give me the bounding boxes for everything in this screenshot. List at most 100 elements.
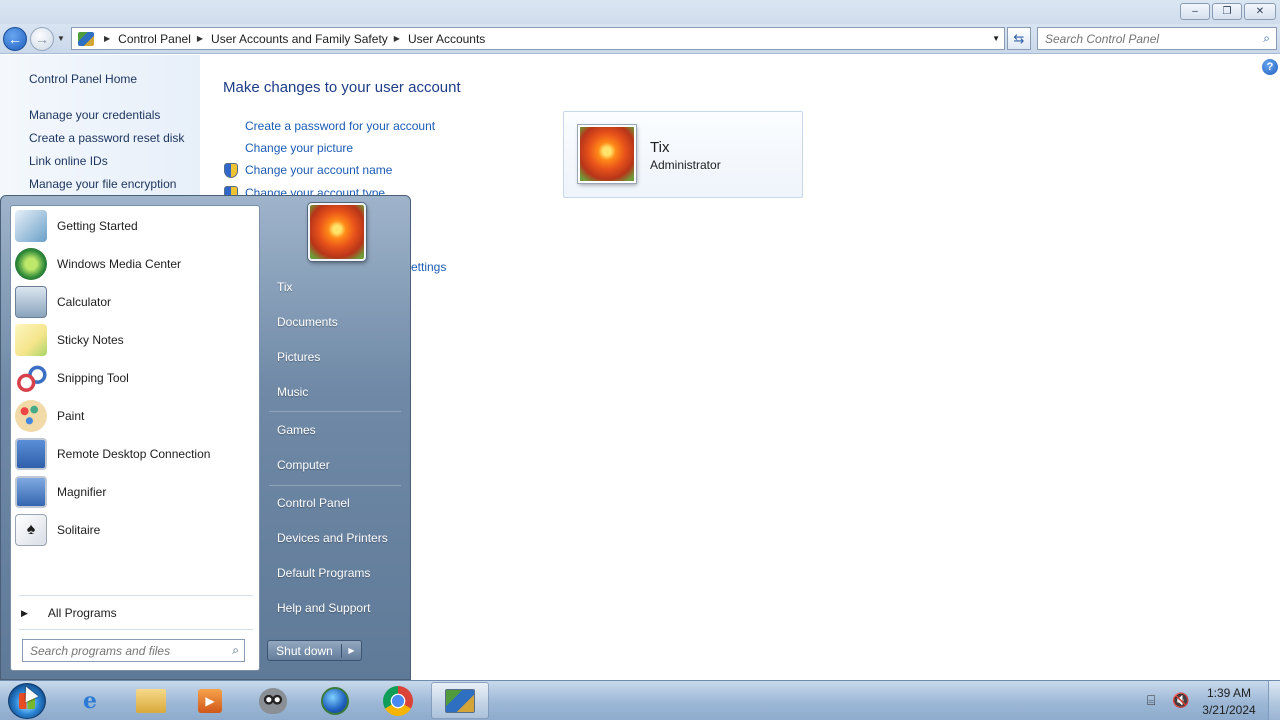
recent-pages-dropdown[interactable]: ▼ [57,34,65,43]
chevron-right-icon[interactable]: ▶ [197,34,203,43]
shutdown-button[interactable]: Shut down ▶ [267,640,362,661]
password-reset-disk-link[interactable]: Create a password reset disk [29,131,184,145]
place-user-folder[interactable]: Tix [277,280,293,294]
back-button[interactable]: ← [3,27,27,51]
breadcrumb-control-panel[interactable]: Control Panel [118,32,191,46]
date: 3/21/2024 [1202,703,1256,717]
getting-started-icon [15,210,47,242]
help-icon[interactable]: ? [1262,59,1278,75]
chevron-down-icon[interactable]: ▼ [992,34,1000,43]
program-label: Windows Media Center [57,257,182,271]
place-control-panel[interactable]: Control Panel [277,496,350,510]
breadcrumb-user-accounts-family-safety[interactable]: User Accounts and Family Safety [211,32,388,46]
shutdown-options-arrow[interactable]: ▶ [342,646,361,655]
program-item[interactable]: Paint [11,397,259,435]
snipping-tool-icon [15,362,47,394]
show-desktop-button[interactable] [1268,681,1280,720]
shutdown-label: Shut down [268,643,342,658]
taskbar: e ▶ ⌸ 🔇 1:39 AM 3/21/2024 [0,680,1280,720]
place-computer[interactable]: Computer [277,458,330,472]
place-default-programs[interactable]: Default Programs [277,566,370,580]
globe-app-icon[interactable] [306,682,364,719]
change-picture-link[interactable]: Change your picture [245,141,353,155]
user-picture[interactable] [308,203,366,261]
search-icon[interactable]: ⌕ [232,643,239,658]
manage-credentials-link[interactable]: Manage your credentials [29,108,160,122]
start-search-input[interactable] [30,643,210,658]
separator [269,485,401,486]
place-devices-printers[interactable]: Devices and Printers [277,531,388,545]
address-bar-row: ← → ▼ ▶ Control Panel ▶ User Accounts an… [0,24,1280,54]
program-label: Snipping Tool [57,371,129,385]
paint-icon [15,400,47,432]
raccoon-app-icon[interactable] [244,682,302,719]
solitaire-icon: ♠ [15,514,47,546]
control-panel-home-link[interactable]: Control Panel Home [29,72,137,86]
separator [19,595,253,596]
all-programs-label: All Programs [47,606,117,620]
chevron-right-icon[interactable]: ▶ [394,34,400,43]
program-item[interactable]: Sticky Notes [11,321,259,359]
control-panel-icon [78,31,94,46]
chevron-right-icon: ▶ [21,607,28,618]
page-title: Make changes to your user account [223,79,461,96]
windows-media-center-icon [15,248,47,280]
separator [19,629,253,630]
program-label: Remote Desktop Connection [57,447,211,461]
settings-link[interactable]: ettings [411,260,446,274]
place-documents[interactable]: Documents [277,315,338,329]
control-panel-icon[interactable] [431,682,489,719]
link-online-ids-link[interactable]: Link online IDs [29,154,108,168]
program-item[interactable]: Snipping Tool [11,359,259,397]
place-music[interactable]: Music [277,385,308,399]
program-item[interactable]: Remote Desktop Connection [11,435,259,473]
calculator-icon [15,286,47,318]
remote-desktop-icon [15,438,47,470]
program-label: Calculator [57,295,112,309]
create-password-link[interactable]: Create a password for your account [245,119,435,133]
search-input[interactable] [1045,31,1245,46]
all-programs-button[interactable]: ▶ All Programs [11,602,259,624]
program-label: Paint [57,409,85,423]
place-help-support[interactable]: Help and Support [277,601,370,615]
program-item[interactable]: Calculator [11,283,259,321]
program-item[interactable]: Getting Started [11,207,259,245]
address-bar[interactable]: ▶ Control Panel ▶ User Accounts and Fami… [71,27,1005,50]
separator [269,411,401,412]
clock[interactable]: 1:39 AM 3/21/2024 [1195,685,1263,719]
internet-explorer-icon[interactable]: e [61,682,119,719]
close-button[interactable]: ✕ [1244,3,1276,20]
program-label: Getting Started [57,219,138,233]
program-label: Solitaire [57,523,101,537]
change-account-name-link[interactable]: Change your account name [245,163,392,177]
refresh-button[interactable]: ⇆ [1007,27,1031,50]
network-icon[interactable]: ⌸ [1147,692,1155,709]
search-box[interactable]: ⌕ [1037,27,1277,50]
program-item[interactable]: Windows Media Center [11,245,259,283]
program-label: Magnifier [57,485,107,499]
media-player-icon[interactable]: ▶ [181,682,239,719]
user-account-card: Tix Administrator [563,111,803,198]
chrome-icon[interactable] [369,682,427,719]
window-titlebar: – ❐ ✕ [0,0,1280,24]
file-encryption-link[interactable]: Manage your file encryption [29,177,176,191]
place-pictures[interactable]: Pictures [277,350,320,364]
time: 1:39 AM [1206,686,1252,700]
sticky-notes-icon [15,324,47,356]
windows-explorer-icon[interactable] [122,682,180,719]
program-item[interactable]: Magnifier [11,473,259,511]
forward-button[interactable]: → [30,27,54,51]
program-item[interactable]: ♠ Solitaire [11,511,259,549]
user-role: Administrator [650,158,721,172]
search-icon[interactable]: ⌕ [1263,31,1270,46]
window-controls: – ❐ ✕ [1180,3,1276,20]
maximize-button[interactable]: ❐ [1212,3,1242,20]
start-search-box[interactable]: ⌕ [22,639,245,662]
breadcrumb-user-accounts[interactable]: User Accounts [408,32,485,46]
minimize-button[interactable]: – [1180,3,1210,20]
chevron-right-icon[interactable]: ▶ [104,34,110,43]
place-games[interactable]: Games [277,423,316,437]
volume-muted-icon[interactable]: 🔇 [1172,692,1189,709]
magnifier-icon [15,476,47,508]
user-name: Tix [650,139,670,156]
